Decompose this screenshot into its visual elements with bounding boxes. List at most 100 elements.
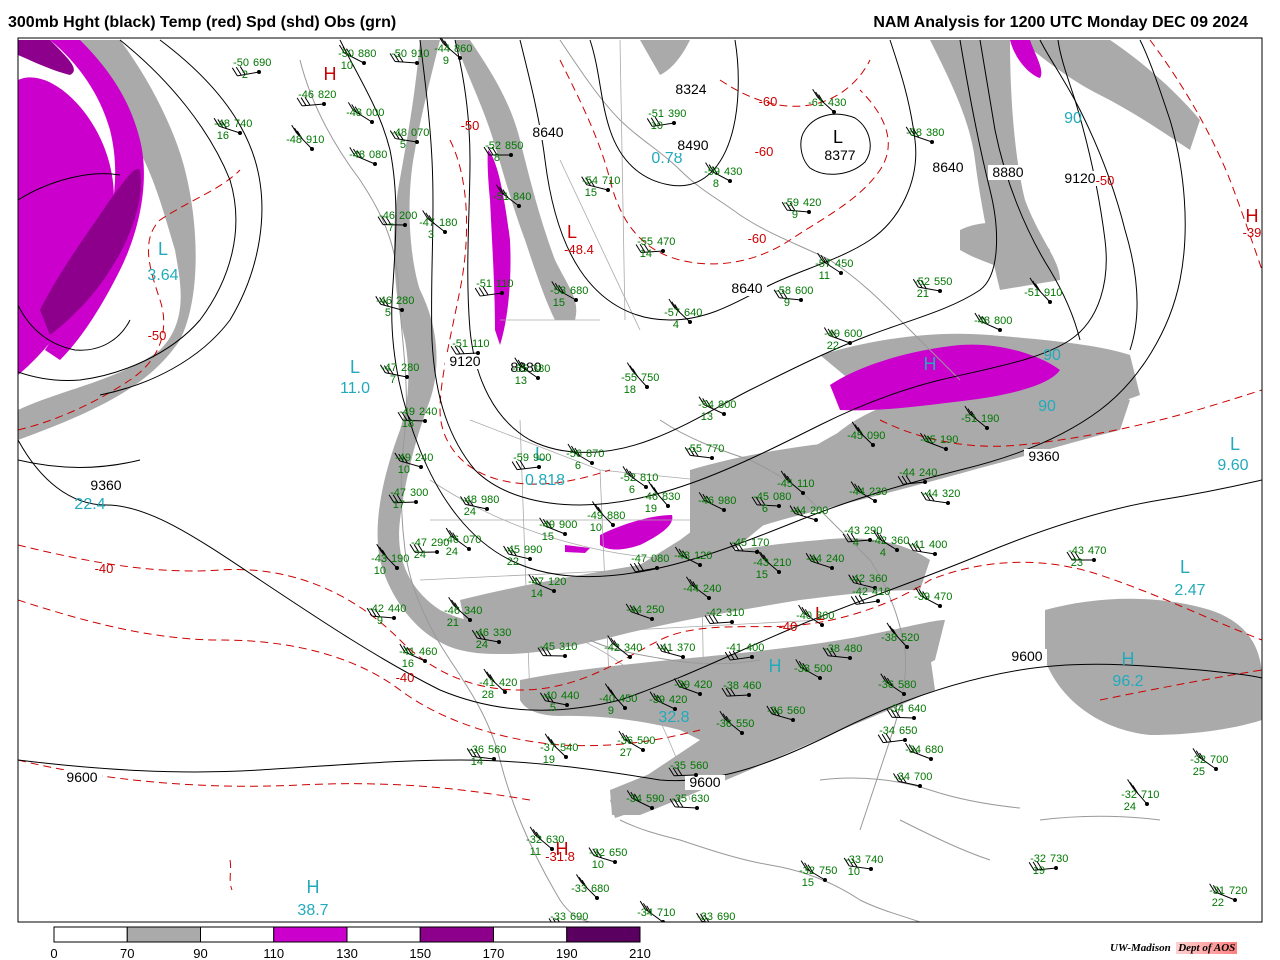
obs-height: 910 [411,48,429,60]
station-plot: -32 650 10 [588,847,627,871]
station-plot: -48 980 24 [460,494,499,518]
obs-dewpoint-depression: 10 [374,565,386,577]
colorbar-tick-label: 70 [120,946,134,960]
obs-height: 860 [454,43,472,55]
obs-height: 900 [533,452,551,464]
credit-label: UW-Madison Dept of AOS [1110,942,1238,954]
obs-temperature: -36 [716,718,732,730]
colorbar-tick-label: 170 [483,946,505,960]
station-plot: -33 740 10 [843,854,883,878]
obs-temperature: -61 [808,97,824,109]
obs-temperature: -35 [671,793,687,805]
obs-temperature: -47 [390,487,406,499]
obs-height: 180 [439,217,457,229]
obs-temperature: -32 [1190,754,1206,766]
obs-temperature: -41 [657,642,673,654]
obs-temperature: -48 [974,315,990,327]
obs-temperature: -44 [434,43,450,55]
station-plot: -47 180 3 [419,210,457,241]
obs-temperature: -42 [871,535,887,547]
height-label: 8490 [677,137,708,153]
obs-temperature: -42 [706,607,722,619]
obs-height: 900 [559,519,577,531]
colorbar-swatch [126,926,201,943]
obs-height: 590 [646,793,664,805]
obs-height: 710 [1141,789,1159,801]
obs-temperature: -51 [493,191,509,203]
obs-temperature: -45 [504,544,520,556]
obs-dewpoint-depression: 15 [585,187,597,199]
obs-height: 470 [1088,545,1106,557]
obs-dewpoint-depression: 14 [471,756,483,768]
obs-height: 120 [694,550,712,562]
station-plot: -55 770 [684,443,724,460]
obs-temperature: -45 [731,537,747,549]
obs-dewpoint-depression: 19 [543,754,555,766]
obs-height: 190 [981,413,999,425]
obs-temperature: -57 [815,258,831,270]
obs-temperature: -46 [698,495,714,507]
obs-height: 420 [803,197,821,209]
obs-dewpoint-depression: 5 [550,702,556,714]
pressure-center-marker: L [1230,434,1240,454]
obs-height: 680 [570,285,588,297]
obs-temperature: -48 [461,494,477,506]
obs-temperature: -33 [550,911,566,923]
obs-temperature: -59 [783,197,799,209]
station-plot: -31 720 22 [1209,883,1247,909]
obs-dewpoint-depression: 5 [385,307,391,319]
obs-temperature: -38 [824,643,840,655]
obs-temperature: -34 [894,771,910,783]
station-plot: -41 420 28 [479,668,517,701]
obs-height: 310 [726,607,744,619]
obs-height: 500 [814,663,832,675]
station-plot: -37 540 19 [540,733,578,766]
obs-height: 090 [867,430,885,442]
obs-height: 440 [388,603,406,615]
obs-temperature: -43 [753,557,769,569]
height-label: 9120 [1064,170,1095,186]
obs-dewpoint-depression: 28 [482,689,494,701]
pressure-center-marker: H [769,656,782,676]
obs-height: 580 [898,679,916,691]
obs-temperature: -51 [1024,287,1040,299]
height-label: 9600 [1011,648,1042,664]
obs-height: 640 [908,703,926,715]
obs-temperature: -44 [899,467,915,479]
colorbar-tick-label: 130 [336,946,358,960]
obs-temperature: -49 [395,452,411,464]
height-label: 9360 [1028,448,1059,464]
obs-dewpoint-depression: 2 [242,69,248,81]
speed-value-label: 96.2 [1112,673,1143,690]
obs-temperature: -47 [419,217,435,229]
height-label: 8377 [824,147,855,163]
obs-height: 360 [891,535,909,547]
obs-dewpoint-depression: 6 [629,484,635,496]
obs-dewpoint-depression: 24 [414,549,426,561]
obs-dewpoint-depression: 19 [645,503,657,515]
obs-height: 430 [828,97,846,109]
obs-height: 730 [1050,853,1068,865]
temperature-label: -60 [759,94,778,109]
height-label: 8640 [932,159,963,175]
obs-height: 880 [358,48,376,60]
obs-temperature: -45 [920,434,936,446]
height-label: 8324 [675,81,706,97]
obs-height: 450 [619,693,637,705]
station-plot: -34 640 [886,703,926,720]
obs-dewpoint-depression: 7 [388,222,394,234]
pressure-center-marker: L [833,127,843,147]
obs-height: 240 [826,553,844,565]
obs-height: 400 [746,642,764,654]
obs-temperature: -44 [806,553,822,565]
speed-value-label: 90 [1064,110,1082,127]
temperature-label: -50 [461,118,480,133]
obs-temperature: -45 [777,478,793,490]
station-plot: -48 910 [286,124,324,151]
station-plot: -46 070 24 [443,527,481,558]
obs-height: 410 [872,586,890,598]
obs-height: 800 [994,315,1012,327]
obs-height: 070 [411,127,429,139]
obs-height: 240 [415,452,433,464]
station-plot: -49 240 10 [394,452,433,476]
